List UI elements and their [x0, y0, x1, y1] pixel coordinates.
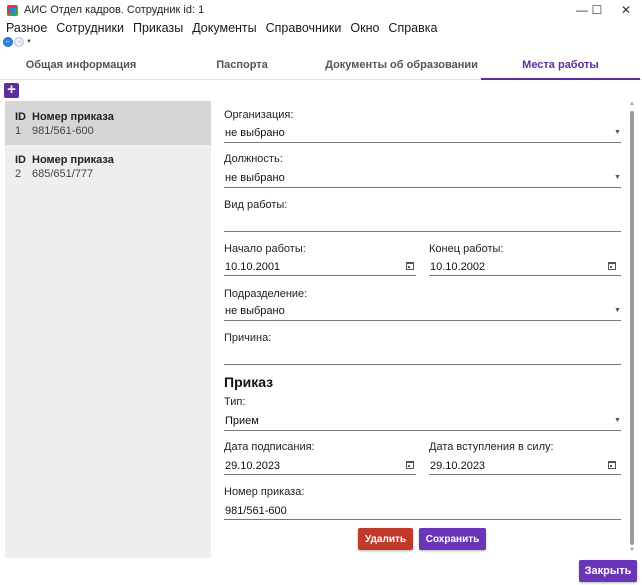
end-date-input[interactable]: 10.10.2002 — [430, 261, 485, 273]
list-item-id: 1 — [15, 125, 22, 137]
scroll-down-icon[interactable]: ▼ — [629, 547, 635, 553]
tab-education-documents[interactable]: Документы об образовании — [322, 50, 481, 80]
organization-label: Организация: — [224, 109, 294, 121]
save-button[interactable]: Сохранить — [419, 528, 486, 550]
start-date-underline — [224, 275, 416, 276]
order-type-underline — [224, 430, 621, 431]
forward-arrow-icon[interactable]: → — [14, 37, 24, 47]
effective-date-input[interactable]: 29.10.2023 — [430, 460, 485, 472]
department-select[interactable]: не выбрано — [225, 305, 285, 317]
effective-date-underline — [429, 474, 621, 475]
organization-underline — [224, 142, 621, 143]
work-type-label: Вид работы: — [224, 199, 288, 211]
calendar-icon[interactable] — [406, 461, 414, 469]
chevron-down-icon[interactable]: ▼ — [614, 129, 621, 136]
work-type-underline — [224, 231, 621, 232]
history-dropdown-icon[interactable]: ▼ — [26, 39, 32, 45]
department-label: Подразделение: — [224, 288, 308, 300]
tab-general-info[interactable]: Общая информация — [0, 50, 162, 80]
position-select[interactable]: не выбрано — [225, 172, 285, 184]
delete-button[interactable]: Удалить — [358, 528, 413, 550]
menu-item-window[interactable]: Окно — [350, 21, 379, 35]
title-bar: АИС Отдел кадров. Сотрудник id: 1 — ☐ ✕ — [0, 0, 642, 20]
chevron-down-icon[interactable]: ▼ — [614, 307, 621, 314]
order-number-input[interactable]: 981/561-600 — [225, 505, 287, 517]
start-date-input[interactable]: 10.10.2001 — [225, 261, 280, 273]
order-number-underline — [224, 519, 621, 520]
menu-item-help[interactable]: Справка — [388, 21, 437, 35]
list-item-id: 2 — [15, 168, 22, 180]
active-tab-indicator — [481, 78, 640, 80]
end-date-underline — [429, 275, 621, 276]
id-header: ID — [15, 154, 26, 166]
tab-bar: Общая информация Паспорта Документы об о… — [0, 50, 642, 80]
footer-bar — [0, 558, 642, 585]
order-type-label: Тип: — [224, 396, 246, 408]
list-item[interactable]: ID Номер приказа 2 685/651/777 — [5, 144, 211, 188]
chevron-down-icon[interactable]: ▼ — [614, 417, 621, 424]
add-record-button[interactable]: + — [4, 82, 19, 98]
back-arrow-icon[interactable]: ← — [3, 37, 13, 47]
menu-item-documents[interactable]: Документы — [192, 21, 256, 35]
menu-item-references[interactable]: Справочники — [266, 21, 342, 35]
workplace-list: ID Номер приказа 1 981/561-600 ID Номер … — [5, 101, 211, 558]
list-item-order-number: 981/561-600 — [32, 125, 94, 137]
app-logo-icon — [7, 5, 18, 16]
scroll-up-icon[interactable]: ▲ — [629, 101, 635, 107]
order-number-header: Номер приказа — [32, 111, 114, 123]
chevron-down-icon[interactable]: ▼ — [614, 174, 621, 181]
position-label: Должность: — [224, 153, 283, 165]
id-header: ID — [15, 111, 26, 123]
form-scrollbar[interactable]: ▲ ▼ — [627, 101, 637, 556]
calendar-icon[interactable] — [608, 461, 616, 469]
sign-date-label: Дата подписания: — [224, 441, 315, 453]
window-title: АИС Отдел кадров. Сотрудник id: 1 — [24, 4, 205, 16]
reason-underline — [224, 364, 621, 365]
order-section-title: Приказ — [224, 374, 274, 390]
start-date-label: Начало работы: — [224, 243, 306, 255]
tab-passports[interactable]: Паспорта — [162, 50, 322, 80]
sign-date-input[interactable]: 29.10.2023 — [225, 460, 280, 472]
close-window-button[interactable]: ✕ — [606, 0, 642, 20]
close-button[interactable]: Закрыть — [579, 560, 637, 582]
menu-bar: Разное Сотрудники Приказы Документы Спра… — [0, 20, 642, 36]
end-date-label: Конец работы: — [429, 243, 504, 255]
menu-item-employees[interactable]: Сотрудники — [56, 21, 124, 35]
calendar-icon[interactable] — [406, 262, 414, 270]
order-number-header: Номер приказа — [32, 154, 114, 166]
department-underline — [224, 320, 621, 321]
menu-item-orders[interactable]: Приказы — [133, 21, 183, 35]
sign-date-underline — [224, 474, 416, 475]
list-item-order-number: 685/651/777 — [32, 168, 94, 180]
scroll-thumb[interactable] — [630, 111, 634, 545]
menu-item-misc[interactable]: Разное — [6, 21, 47, 35]
order-type-select[interactable]: Прием — [225, 415, 259, 427]
organization-select[interactable]: не выбрано — [225, 127, 285, 139]
reason-label: Причина: — [224, 332, 272, 344]
order-number-label: Номер приказа: — [224, 486, 305, 498]
navigation-bar: ← → ▼ — [0, 36, 642, 48]
list-item[interactable]: ID Номер приказа 1 981/561-600 — [5, 101, 211, 145]
tab-workplaces[interactable]: Места работы — [481, 50, 640, 80]
position-underline — [224, 187, 621, 188]
calendar-icon[interactable] — [608, 262, 616, 270]
effective-date-label: Дата вступления в силу: — [429, 441, 554, 453]
